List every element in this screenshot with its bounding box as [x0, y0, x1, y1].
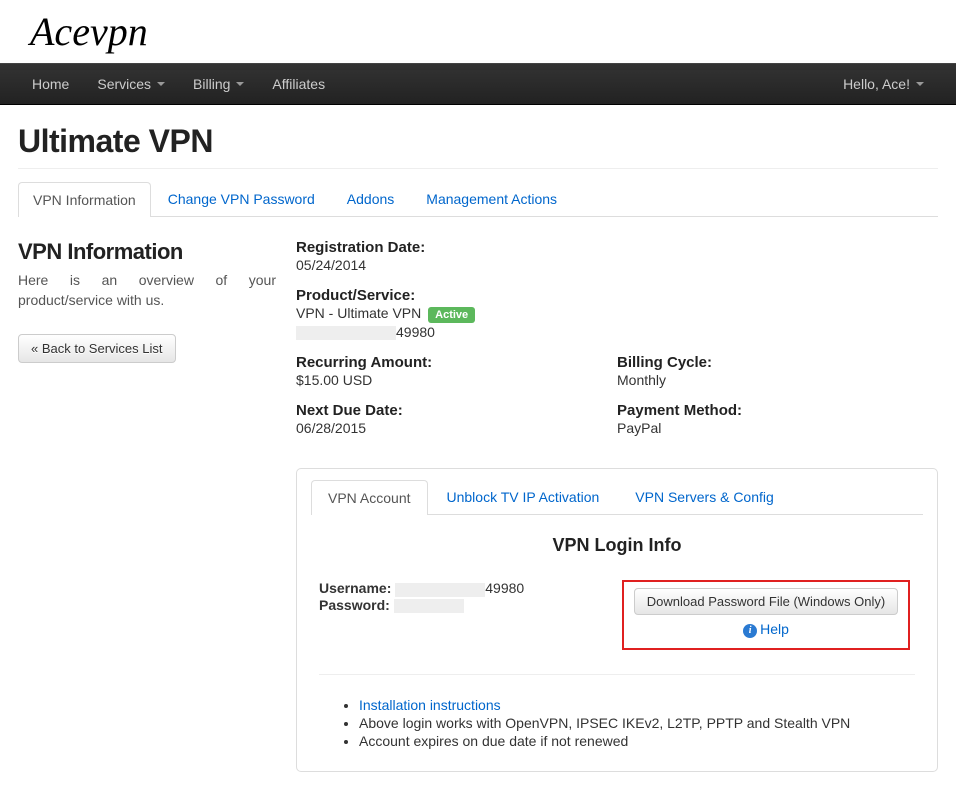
tab-addons[interactable]: Addons: [332, 181, 409, 216]
note-protocols: Above login works with OpenVPN, IPSEC IK…: [359, 715, 923, 731]
nav-affiliates-label: Affiliates: [272, 76, 325, 92]
note-expiry: Account expires on due date if not renew…: [359, 733, 923, 749]
username-row: Username: 49980: [319, 580, 617, 596]
password-row: Password:: [319, 597, 617, 613]
login-download-area: Download Password File (Windows Only) iH…: [617, 580, 915, 649]
main-navbar: Home Services Billing Affiliates Hello, …: [0, 63, 956, 105]
content-area: Registration Date: 05/24/2014 Product/Se…: [296, 239, 938, 772]
payment-method-value: PayPal: [617, 420, 938, 436]
installation-instructions-link[interactable]: Installation instructions: [359, 697, 501, 713]
next-due-label: Next Due Date:: [296, 402, 617, 419]
vpn-login-title: VPN Login Info: [311, 535, 923, 556]
password-label: Password:: [319, 597, 390, 613]
help-link[interactable]: iHelp: [743, 621, 789, 637]
product-label: Product/Service:: [296, 287, 938, 304]
nav-left: Home Services Billing Affiliates: [18, 64, 339, 104]
nav-greeting-label: Hello, Ace!: [843, 76, 910, 92]
product-name: VPN - Ultimate VPN: [296, 305, 421, 321]
account-id-value: 49980: [296, 324, 938, 340]
billing-cycle-value: Monthly: [617, 372, 938, 388]
redacted-username: [395, 583, 485, 597]
download-password-file-button[interactable]: Download Password File (Windows Only): [634, 588, 898, 615]
page-container: Ultimate VPN VPN Information Change VPN …: [0, 123, 956, 772]
info-billing-cycle: Billing Cycle: Monthly: [617, 354, 938, 388]
sidebar-title: VPN Information: [18, 239, 276, 265]
nav-home-label: Home: [32, 76, 69, 92]
back-to-services-button[interactable]: « Back to Services List: [18, 334, 176, 363]
recurring-value: $15.00 USD: [296, 372, 617, 388]
caret-down-icon: [236, 82, 244, 86]
nav-services-label: Services: [97, 76, 151, 92]
login-row: Username: 49980 Password: Download Passw…: [311, 580, 923, 649]
download-highlight-box: Download Password File (Windows Only) iH…: [622, 580, 910, 649]
page-title: Ultimate VPN: [18, 123, 938, 160]
info-grid: Registration Date: 05/24/2014 Product/Se…: [296, 239, 938, 450]
inner-tab-unblock-tv[interactable]: Unblock TV IP Activation: [430, 479, 617, 514]
nav-billing-label: Billing: [193, 76, 230, 92]
tab-management-actions[interactable]: Management Actions: [411, 181, 572, 216]
panel-divider: [319, 674, 915, 675]
caret-down-icon: [157, 82, 165, 86]
registration-date-label: Registration Date:: [296, 239, 938, 256]
nav-affiliates[interactable]: Affiliates: [258, 64, 339, 104]
help-icon: i: [743, 624, 757, 638]
status-badge: Active: [428, 307, 475, 323]
info-recurring: Recurring Amount: $15.00 USD: [296, 354, 617, 388]
title-divider: [18, 168, 938, 169]
tab-change-password[interactable]: Change VPN Password: [153, 181, 330, 216]
product-value: VPN - Ultimate VPN Active: [296, 305, 938, 323]
main-tabs: VPN Information Change VPN Password Addo…: [18, 181, 938, 217]
inner-tab-vpn-account[interactable]: VPN Account: [311, 480, 428, 515]
account-suffix: 49980: [396, 324, 435, 340]
redacted-account-prefix: [296, 326, 396, 340]
nav-services[interactable]: Services: [83, 64, 179, 104]
inner-tab-servers-config[interactable]: VPN Servers & Config: [618, 479, 791, 514]
info-next-due: Next Due Date: 06/28/2015: [296, 402, 617, 436]
help-link-label: Help: [760, 621, 789, 637]
nav-right: Hello, Ace!: [829, 64, 938, 104]
nav-billing[interactable]: Billing: [179, 64, 258, 104]
username-label: Username:: [319, 580, 391, 596]
payment-method-label: Payment Method:: [617, 402, 938, 419]
sidebar: VPN Information Here is an overview of y…: [18, 239, 296, 772]
brand-logo[interactable]: Acevpn: [30, 9, 148, 54]
registration-date-value: 05/24/2014: [296, 257, 938, 273]
info-registration: Registration Date: 05/24/2014: [296, 239, 938, 273]
tab-vpn-information[interactable]: VPN Information: [18, 182, 151, 217]
header-logo-area: Acevpn: [0, 0, 956, 63]
nav-home[interactable]: Home: [18, 64, 83, 104]
caret-down-icon: [916, 82, 924, 86]
username-suffix: 49980: [485, 580, 524, 596]
info-payment-method: Payment Method: PayPal: [617, 402, 938, 436]
nav-user-menu[interactable]: Hello, Ace!: [829, 64, 938, 104]
inner-tabs: VPN Account Unblock TV IP Activation VPN…: [311, 479, 923, 515]
info-product: Product/Service: VPN - Ultimate VPN Acti…: [296, 287, 938, 340]
vpn-account-panel: VPN Account Unblock TV IP Activation VPN…: [296, 468, 938, 771]
note-install: Installation instructions: [359, 697, 923, 713]
next-due-value: 06/28/2015: [296, 420, 617, 436]
sidebar-description: Here is an overview of your product/serv…: [18, 271, 276, 310]
notes-list: Installation instructions Above login wo…: [311, 697, 923, 749]
redacted-password: [394, 599, 464, 613]
main-content-row: VPN Information Here is an overview of y…: [18, 239, 938, 772]
recurring-label: Recurring Amount:: [296, 354, 617, 371]
login-credentials: Username: 49980 Password:: [319, 580, 617, 649]
billing-cycle-label: Billing Cycle:: [617, 354, 938, 371]
